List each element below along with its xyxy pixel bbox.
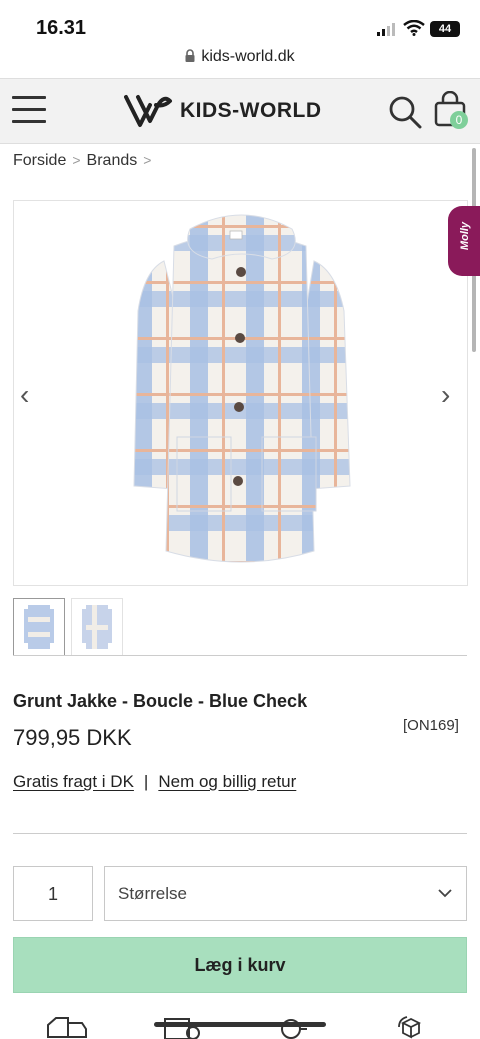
section-divider xyxy=(13,833,467,834)
next-image-arrow-icon[interactable]: › xyxy=(441,379,450,411)
kids-world-logo-icon[interactable] xyxy=(124,93,174,129)
link-separator: | xyxy=(143,772,149,791)
previous-image-arrow-icon[interactable]: ‹ xyxy=(20,379,29,411)
home-indicator[interactable] xyxy=(154,1022,326,1027)
browser-url-bar[interactable]: kids-world.dk xyxy=(0,48,480,72)
section-divider xyxy=(13,655,467,656)
product-image[interactable] xyxy=(14,201,467,585)
product-thumbnail[interactable] xyxy=(13,598,65,656)
lock-icon xyxy=(185,49,195,62)
hamburger-menu-icon[interactable] xyxy=(12,96,46,124)
chat-widget-label: Molly xyxy=(459,221,472,251)
chat-widget-button[interactable]: Molly xyxy=(448,206,480,276)
breadcrumb-brands[interactable]: Brands xyxy=(87,152,138,169)
breadcrumb-home[interactable]: Forside xyxy=(13,152,66,169)
add-to-cart-button[interactable]: Læg i kurv xyxy=(13,937,467,993)
product-price: 799,95 DKK xyxy=(13,725,132,750)
cellular-signal-icon xyxy=(377,23,395,36)
breadcrumb: Forside > Brands > xyxy=(13,152,157,170)
brand-name[interactable]: KIDS-WORLD xyxy=(180,99,321,123)
size-placeholder: Størrelse xyxy=(118,884,187,903)
wifi-icon xyxy=(403,20,425,36)
search-icon[interactable] xyxy=(388,95,422,129)
calendar-icon xyxy=(164,1018,200,1039)
package-return-icon xyxy=(398,1016,422,1039)
site-header: KIDS-WORLD 0 xyxy=(0,78,480,144)
chevron-right-icon: > xyxy=(143,152,152,168)
product-title: Grunt Jakke - Boucle - Blue Check xyxy=(13,691,308,711)
service-links: Gratis fragt i DK | Nem og billig retur xyxy=(13,772,296,792)
chevron-down-icon xyxy=(438,889,452,898)
battery-icon: 44 xyxy=(430,21,460,37)
product-image-gallery[interactable]: ‹ › xyxy=(13,200,468,586)
easy-return-link[interactable]: Nem og billig retur xyxy=(158,772,296,791)
thumbnail-image xyxy=(82,605,112,649)
status-bar: 16.31 44 xyxy=(0,0,480,46)
size-select[interactable]: Størrelse xyxy=(104,866,467,921)
url-text: kids-world.dk xyxy=(201,48,295,65)
cart-count-badge: 0 xyxy=(450,111,468,129)
product-thumbnail[interactable] xyxy=(71,598,123,656)
quantity-input[interactable]: 1 xyxy=(13,866,93,921)
free-shipping-link[interactable]: Gratis fragt i DK xyxy=(13,772,134,791)
chevron-right-icon: > xyxy=(72,152,81,168)
support-icon xyxy=(281,1019,307,1039)
delivery-truck-icon xyxy=(47,1017,87,1038)
status-time: 16.31 xyxy=(36,17,87,39)
product-sku: [ON169] xyxy=(403,717,459,734)
thumbnail-image xyxy=(24,605,54,649)
